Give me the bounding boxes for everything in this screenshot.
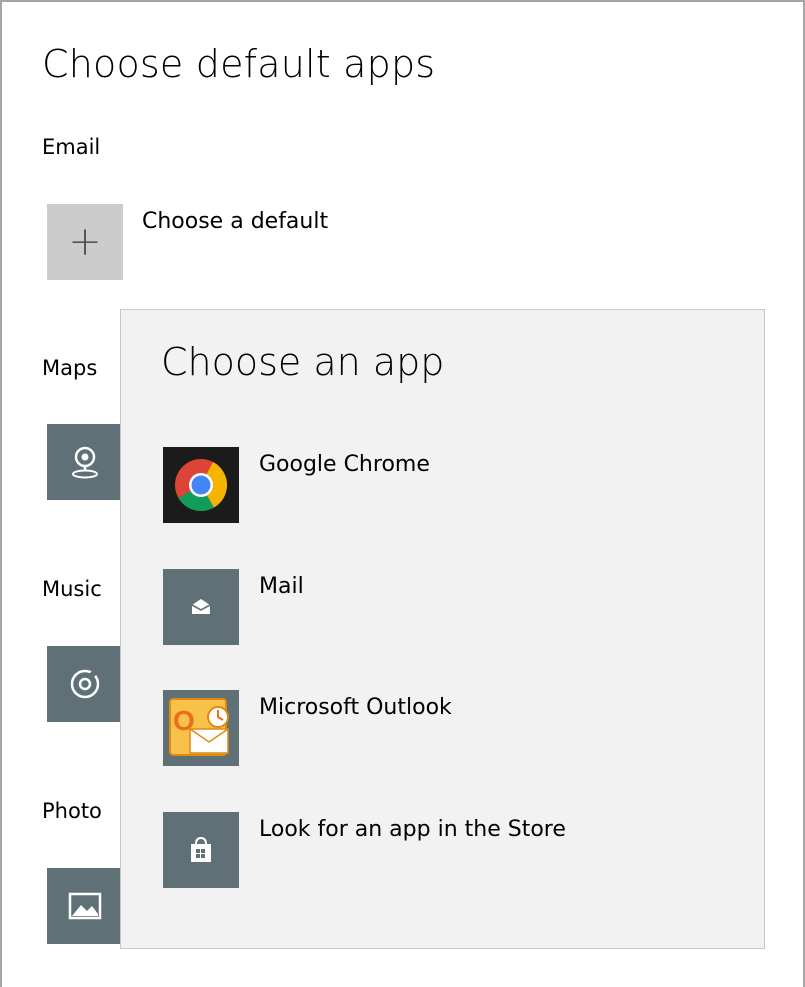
music-default-button[interactable] bbox=[47, 646, 123, 722]
chrome-icon bbox=[163, 447, 239, 523]
app-option-google-chrome[interactable]: Google Chrome bbox=[163, 447, 723, 523]
store-icon bbox=[163, 812, 239, 888]
maps-icon bbox=[72, 446, 98, 479]
photo-default-button[interactable] bbox=[47, 868, 123, 944]
music-icon bbox=[70, 669, 100, 699]
maps-default-button[interactable] bbox=[47, 424, 123, 500]
settings-window: Choose default apps Email + Choose a def… bbox=[0, 0, 805, 987]
outlook-icon: O bbox=[163, 690, 239, 766]
section-label-email: Email bbox=[42, 135, 101, 159]
photo-icon bbox=[68, 892, 102, 920]
section-label-music: Music bbox=[42, 577, 102, 601]
app-option-microsoft-outlook[interactable]: O Microsoft Outlook bbox=[163, 690, 723, 766]
section-label-photo: Photo bbox=[42, 799, 102, 823]
app-option-mail[interactable]: Mail bbox=[163, 569, 723, 645]
app-option-store[interactable]: Look for an app in the Store bbox=[163, 812, 723, 888]
page-title: Choose default apps bbox=[42, 42, 436, 86]
app-option-label: Mail bbox=[259, 574, 304, 599]
app-option-label: Google Chrome bbox=[259, 452, 430, 477]
choose-default-email-button[interactable]: + bbox=[47, 204, 123, 280]
choose-app-flyout: Choose an app Google Chrome Mail O Micro… bbox=[120, 309, 765, 949]
app-option-label: Look for an app in the Store bbox=[259, 817, 566, 842]
choose-default-label[interactable]: Choose a default bbox=[142, 209, 328, 234]
app-option-label: Microsoft Outlook bbox=[259, 695, 452, 720]
section-label-maps: Maps bbox=[42, 356, 98, 380]
flyout-title: Choose an app bbox=[161, 340, 445, 384]
mail-icon bbox=[163, 569, 239, 645]
svg-text:O: O bbox=[173, 705, 195, 736]
plus-icon: + bbox=[68, 219, 102, 265]
